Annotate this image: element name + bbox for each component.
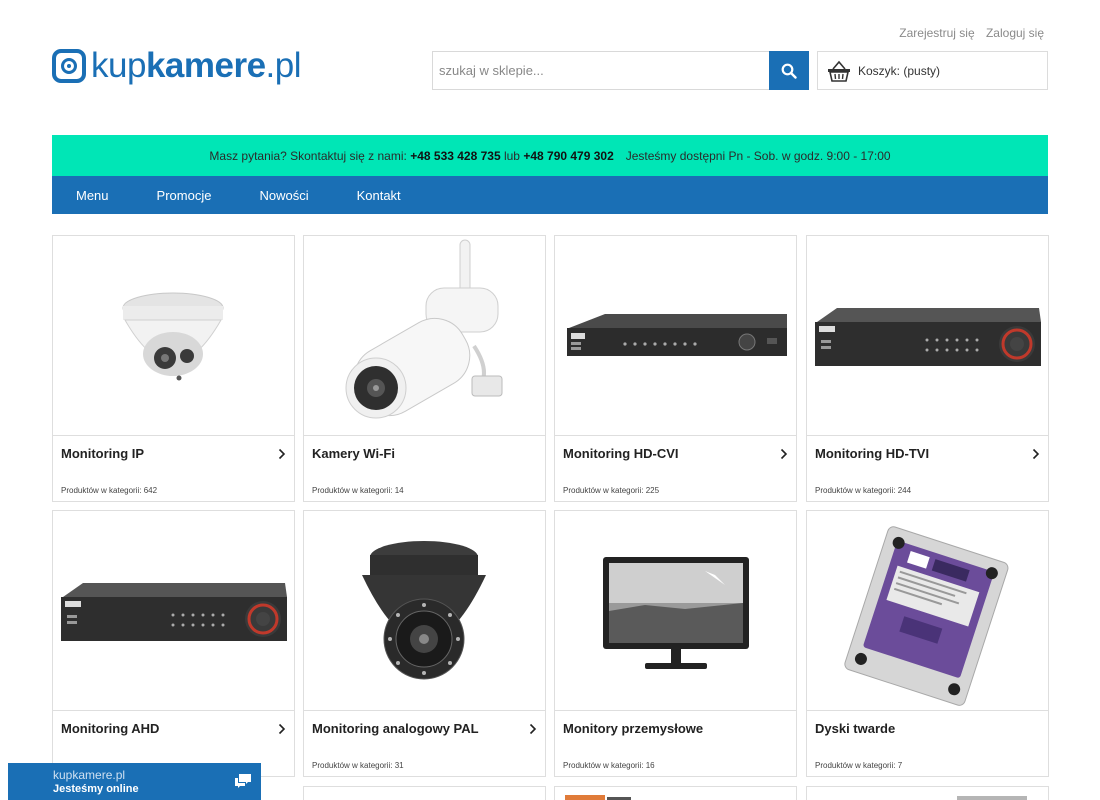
chat-site-name: kupkamere.pl	[53, 768, 126, 782]
camera-lens-logo-icon	[52, 49, 86, 83]
category-card-monitoring-analogowy-pal[interactable]: Monitoring analogowy PAL Produktów w kat…	[303, 510, 546, 777]
contact-info-bar: Masz pytania? Skontaktuj się z nami: +48…	[52, 135, 1048, 176]
category-card-partial	[806, 786, 1049, 800]
category-image	[53, 236, 294, 436]
opening-hours: Jesteśmy dostępni Pn - Sob. w godz. 9:00…	[625, 148, 891, 163]
category-title: Monitoring HD-CVI	[563, 446, 679, 461]
basket-icon	[828, 60, 850, 82]
category-count: Produktów w kategorii: 31	[312, 761, 404, 770]
category-title: Kamery Wi-Fi	[312, 446, 395, 461]
main-nav: Menu Promocje Nowości Kontakt	[52, 176, 1048, 214]
chat-status: Jesteśmy online	[53, 783, 139, 795]
category-image	[53, 511, 294, 711]
category-image	[807, 236, 1048, 436]
category-image	[807, 511, 1048, 711]
cart-label: Koszyk: (pusty)	[858, 63, 941, 78]
chat-bubbles-icon	[235, 774, 251, 788]
search-icon	[781, 63, 797, 79]
category-card-monitoring-hd-tvi[interactable]: Monitoring HD-TVI Produktów w kategorii:…	[806, 235, 1049, 502]
category-image	[304, 511, 545, 711]
search-bar	[432, 51, 809, 90]
category-card-monitoring-ahd[interactable]: Monitoring AHD	[52, 510, 295, 777]
category-title: Monitoring analogowy PAL	[312, 721, 479, 736]
chevron-right-icon	[529, 723, 537, 735]
category-card-partial	[303, 786, 546, 800]
category-count: Produktów w kategorii: 642	[61, 486, 158, 495]
category-image	[555, 511, 796, 711]
logo-text: kupkamere.pl	[91, 46, 302, 85]
chevron-right-icon	[278, 448, 286, 460]
nav-item-menu[interactable]: Menu	[76, 188, 109, 203]
login-link[interactable]: Zaloguj się	[986, 26, 1044, 40]
phone-1[interactable]: +48 533 428 735	[410, 149, 500, 163]
category-card-kamery-wifi[interactable]: Kamery Wi-Fi Produktów w kategorii: 14	[303, 235, 546, 502]
category-title: Monitoring IP	[61, 446, 145, 461]
nav-item-nowosci[interactable]: Nowości	[259, 188, 308, 203]
category-count: Produktów w kategorii: 14	[312, 486, 404, 495]
category-count: Produktów w kategorii: 225	[563, 486, 660, 495]
account-links: Zarejestruj się Zaloguj się	[891, 26, 1044, 40]
category-card-monitory-przemyslowe[interactable]: Monitory przemysłowe Produktów w kategor…	[554, 510, 797, 777]
category-card-monitoring-hd-cvi[interactable]: Monitoring HD-CVI Produktów w kategorii:…	[554, 235, 797, 502]
category-image	[555, 236, 796, 436]
nav-item-kontakt[interactable]: Kontakt	[357, 188, 401, 203]
site-logo[interactable]: kupkamere.pl	[52, 46, 302, 86]
category-title: Monitoring AHD	[61, 721, 160, 736]
search-input[interactable]	[432, 51, 769, 90]
category-count: Produktów w kategorii: 7	[815, 761, 903, 770]
category-count: Produktów w kategorii: 16	[563, 761, 655, 770]
phone-2[interactable]: +48 790 479 302	[523, 149, 613, 163]
category-image	[304, 236, 545, 436]
category-card-partial	[554, 786, 797, 800]
search-button[interactable]	[769, 51, 809, 90]
category-count: Produktów w kategorii: 244	[815, 486, 912, 495]
register-link[interactable]: Zarejestruj się	[899, 26, 974, 40]
nav-item-promocje[interactable]: Promocje	[157, 188, 212, 203]
contact-or: lub	[503, 148, 520, 163]
category-title: Monitory przemysłowe	[563, 721, 704, 736]
chevron-right-icon	[278, 723, 286, 735]
category-card-dyski-twarde[interactable]: Dyski twarde Produktów w kategorii: 7	[806, 510, 1049, 777]
contact-prefix: Masz pytania? Skontaktuj się z nami:	[209, 148, 407, 163]
live-chat-widget[interactable]: kupkamere.pl Jesteśmy online	[8, 763, 261, 800]
category-title: Monitoring HD-TVI	[815, 446, 930, 461]
category-card-monitoring-ip[interactable]: Monitoring IP Produktów w kategorii: 642	[52, 235, 295, 502]
chevron-right-icon	[1032, 448, 1040, 460]
category-title: Dyski twarde	[815, 721, 896, 736]
chevron-right-icon	[780, 448, 788, 460]
cart-button[interactable]: Koszyk: (pusty)	[817, 51, 1048, 90]
